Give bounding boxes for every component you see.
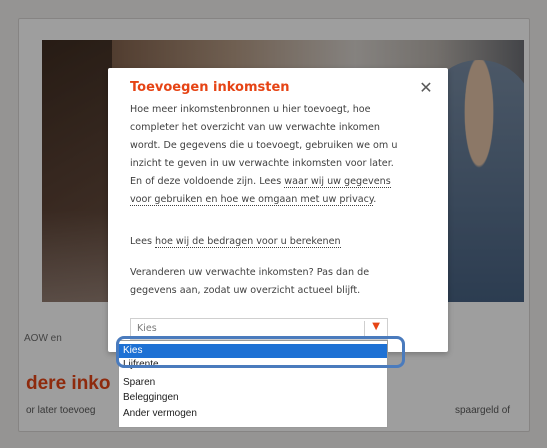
select-value: Kies <box>137 323 157 334</box>
dialog-intro-text: Hoe meer inkomstenbronnen u hier toevoeg… <box>130 104 398 206</box>
privacy-link[interactable]: waar wij uw gegevens <box>284 176 391 188</box>
add-income-dialog: Toevoegen inkomsten ✕ Hoe meer inkomsten… <box>108 68 448 352</box>
calculation-text: Lees hoe wij de bedragen voor u berekene… <box>130 236 341 248</box>
dropdown-option-beleggingen[interactable]: Beleggingen <box>119 391 387 405</box>
dialog-title: Toevoegen inkomsten <box>130 80 290 95</box>
close-icon[interactable]: ✕ <box>418 80 434 96</box>
privacy-link-continued[interactable]: voor gebruiken en hoe we omgaan met uw p… <box>130 194 374 206</box>
dropdown-option-sparen[interactable]: Sparen <box>119 376 387 390</box>
dropdown-option-ander-vermogen[interactable]: Ander vermogen <box>119 407 387 421</box>
calculation-link[interactable]: hoe wij de bedragen voor u berekenen <box>155 236 341 248</box>
selection-highlight-frame <box>116 336 405 368</box>
update-hint-text: Veranderen uw verwachte inkomsten? Pas d… <box>130 267 370 296</box>
select-separator <box>364 321 365 337</box>
chevron-down-icon[interactable]: ▼ <box>372 321 380 332</box>
